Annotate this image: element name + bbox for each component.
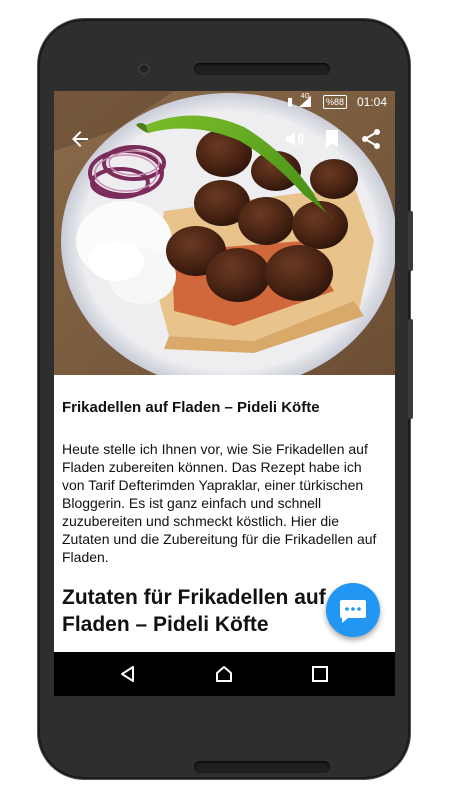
screen: ▮ 4G %88 01:04 Frikadellen auf Fladen – … xyxy=(54,91,395,696)
bookmark-icon[interactable] xyxy=(320,127,344,151)
signal-icon xyxy=(299,96,311,107)
nav-recents-icon[interactable] xyxy=(310,664,330,684)
article-intro: Heute stelle ich Ihnen vor, wie Sie Frik… xyxy=(62,441,377,565)
navigation-bar xyxy=(54,652,395,696)
status-bar: ▮ 4G %88 01:04 xyxy=(54,91,395,113)
app-bar xyxy=(54,119,395,159)
clock: 01:04 xyxy=(356,95,387,109)
chat-bubble-icon xyxy=(340,600,366,623)
bottom-speaker xyxy=(194,761,330,773)
chat-fab-button[interactable] xyxy=(326,583,380,637)
front-camera xyxy=(138,63,150,75)
battery-level: %88 xyxy=(322,95,347,109)
nav-home-icon[interactable] xyxy=(214,664,234,684)
article-title: Frikadellen auf Fladen – Pideli Köfte xyxy=(62,399,320,416)
volume-button xyxy=(408,319,413,419)
speaker-icon[interactable] xyxy=(282,127,306,151)
nav-back-icon[interactable] xyxy=(118,664,138,684)
share-icon[interactable] xyxy=(359,127,383,151)
top-speaker xyxy=(194,63,330,75)
vibrate-icon: ▮ xyxy=(286,96,293,108)
back-arrow-icon[interactable] xyxy=(68,127,92,151)
power-button xyxy=(408,211,413,271)
